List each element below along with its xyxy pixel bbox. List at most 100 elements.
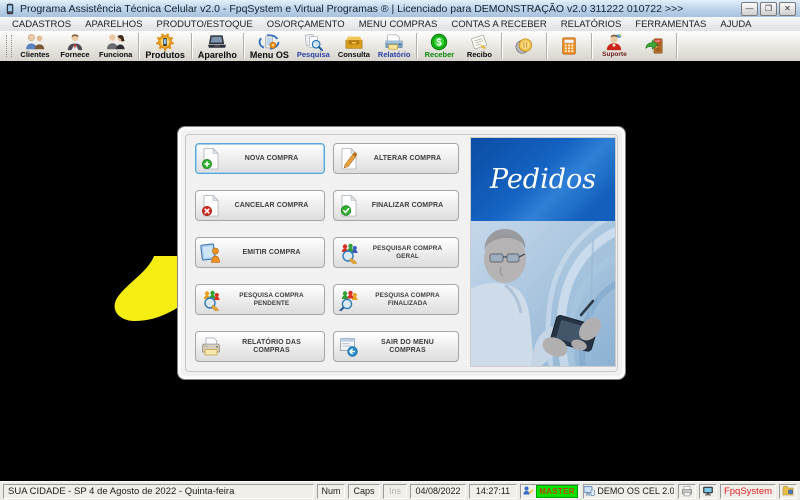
support-person-icon: [602, 33, 626, 51]
status-insert: Ins: [383, 483, 407, 499]
toolbar-label: Relatório: [377, 50, 411, 59]
toolbar-separator: [242, 33, 244, 59]
people-search-icon: [338, 289, 363, 311]
button-label: PESQUISA COMPRA PENDENTE: [239, 291, 304, 307]
toolbar-button-menu-os[interactable]: Menu OS: [246, 31, 293, 61]
button-label: SAIR DO MENU COMPRAS: [381, 338, 434, 354]
maximize-button[interactable]: ❐: [760, 1, 777, 16]
minimize-button[interactable]: —: [741, 1, 758, 16]
alterar-compra-button[interactable]: ALTERAR COMPRA: [333, 143, 459, 174]
button-label: ALTERAR COMPRA: [373, 154, 442, 162]
nova-compra-button[interactable]: NOVA COMPRA: [195, 143, 325, 174]
status-location: SUA CIDADE - SP 4 de Agosto de 2022 - Qu…: [3, 483, 314, 499]
toolbar-button-clientes[interactable]: Clientes: [15, 31, 55, 61]
status-numlock: Num: [317, 483, 345, 499]
doc-plus-icon: [200, 147, 225, 170]
toolbar-separator: [501, 33, 503, 59]
pedidos-photo: [471, 221, 615, 366]
close-button[interactable]: ✕: [779, 1, 796, 16]
products-gear-icon: [153, 33, 177, 51]
status-bar: SUA CIDADE - SP 4 de Agosto de 2022 - Qu…: [0, 481, 800, 500]
toolbar-button-funcionarios[interactable]: Funciona: [95, 31, 136, 61]
button-label: RELATÓRIO DAS COMPRAS: [242, 338, 301, 354]
sair-menu-compras-button[interactable]: SAIR DO MENU COMPRAS: [333, 331, 459, 362]
toolbar: Clientes Fornece Funciona Produtos Apare…: [0, 31, 800, 62]
menu-relatorios[interactable]: RELATÓRIOS: [554, 19, 629, 30]
menu-aparelhos[interactable]: APARELHOS: [78, 19, 149, 30]
status-folder-panel: [779, 483, 797, 499]
toolbar-separator: [190, 33, 192, 59]
toolbar-separator: [138, 33, 140, 59]
cancelar-compra-button[interactable]: CANCELAR COMPRA: [195, 190, 325, 221]
report-printer-icon: [382, 33, 406, 51]
menu-ajuda[interactable]: AJUDA: [713, 19, 758, 30]
app-version-panel: DEMO OS CEL 2.0: [583, 483, 675, 499]
yellow-blob-graphic: [110, 256, 180, 324]
devices-icon: [205, 33, 229, 51]
toolbar-button-aparelho[interactable]: Aparelho: [194, 31, 241, 61]
toolbar-button-suporte[interactable]: Suporte: [594, 31, 634, 61]
folder-lock-icon: [782, 485, 794, 497]
title-bar: Programa Assistência Técnica Celular v2.…: [0, 0, 800, 18]
menu-produto-estoque[interactable]: PRODUTO/ESTOQUE: [150, 19, 260, 30]
toolbar-label: Produtos: [145, 50, 185, 60]
pesquisa-compra-finalizada-button[interactable]: PESQUISA COMPRA FINALIZADA: [333, 284, 459, 315]
button-label: FINALIZAR COMPRA: [371, 201, 444, 209]
toolbar-button-recibo[interactable]: Recibo: [459, 31, 499, 61]
toolbar-button-moedas[interactable]: [504, 31, 544, 61]
doc-pencil-icon: [338, 147, 363, 170]
toolbar-separator: [416, 33, 418, 59]
clients-icon: [23, 33, 47, 51]
people-search-icon: [200, 289, 225, 311]
menu-compras[interactable]: MENU COMPRAS: [352, 19, 445, 30]
toolbar-button-calculadora[interactable]: [549, 31, 589, 61]
toolbar-button-sair[interactable]: EXIT: [634, 31, 674, 61]
emitir-compra-button[interactable]: EMITIR COMPRA: [195, 237, 325, 268]
window-title: Programa Assistência Técnica Celular v2.…: [20, 2, 684, 15]
status-printer-panel: [678, 483, 696, 499]
toolbar-separator: [591, 33, 593, 59]
toolbar-gripper[interactable]: [6, 35, 12, 57]
supplier-icon: [63, 33, 87, 51]
toolbar-button-produtos[interactable]: Produtos: [141, 31, 189, 61]
toolbar-label: Suporte: [602, 51, 627, 58]
toolbar-label: Aparelho: [197, 50, 237, 60]
user-level-panel: MASTER: [520, 483, 580, 499]
display-icon: [702, 485, 714, 497]
toolbar-button-relatorio[interactable]: Relatório: [374, 31, 415, 61]
people-search-icon: [338, 242, 363, 264]
toolbar-button-receber[interactable]: $ Receber: [419, 31, 459, 61]
menu-contas-a-receber[interactable]: CONTAS A RECEBER: [444, 19, 553, 30]
toolbar-label: Consulta: [337, 50, 370, 59]
toolbar-label: Fornece: [60, 50, 90, 59]
toolbar-label: Pesquisa: [296, 50, 330, 59]
toolbar-label: Recibo: [466, 50, 492, 59]
status-display-panel: [699, 483, 717, 499]
menu-ferramentas[interactable]: FERRAMENTAS: [628, 19, 713, 30]
toolbar-button-consulta[interactable]: Consulta: [334, 31, 374, 61]
pesquisa-compra-pendente-button[interactable]: PESQUISA COMPRA PENDENTE: [195, 284, 325, 315]
toolbar-button-fornecedores[interactable]: Fornece: [55, 31, 95, 61]
exit-menu-icon: [338, 336, 363, 358]
button-label: CANCELAR COMPRA: [234, 201, 309, 209]
menu-bar: CADASTROS APARELHOS PRODUTO/ESTOQUE OS/O…: [0, 17, 800, 32]
toolbar-label: Receber: [424, 50, 455, 59]
toolbar-label: Menu OS: [249, 50, 289, 60]
menu-os-orcamento[interactable]: OS/ORÇAMENTO: [260, 19, 352, 30]
brand-panel: FpqSystem: [720, 483, 776, 499]
menu-os-icon: [257, 33, 281, 51]
toolbar-button-pesquisa[interactable]: Pesquisa: [293, 31, 334, 61]
svg-text:EXIT: EXIT: [656, 41, 662, 43]
button-label: NOVA COMPRA: [244, 154, 299, 162]
client-area: NOVA COMPRA ALTERAR COMPRA CANCELAR COMP…: [0, 61, 800, 481]
pesquisar-compra-geral-button[interactable]: PESQUISAR COMPRA GERAL: [333, 237, 459, 268]
relatorio-das-compras-button[interactable]: RELATÓRIO DAS COMPRAS: [195, 331, 325, 362]
computer-icon: [584, 485, 596, 497]
menu-cadastros[interactable]: CADASTROS: [5, 19, 78, 30]
finalizar-compra-button[interactable]: FINALIZAR COMPRA: [333, 190, 459, 221]
toolbar-separator: [676, 33, 678, 59]
receipt-icon: [467, 33, 491, 51]
toolbar-label: Funciona: [99, 50, 133, 59]
app-phone-icon: [4, 3, 16, 15]
toolbar-label: Clientes: [20, 50, 50, 59]
